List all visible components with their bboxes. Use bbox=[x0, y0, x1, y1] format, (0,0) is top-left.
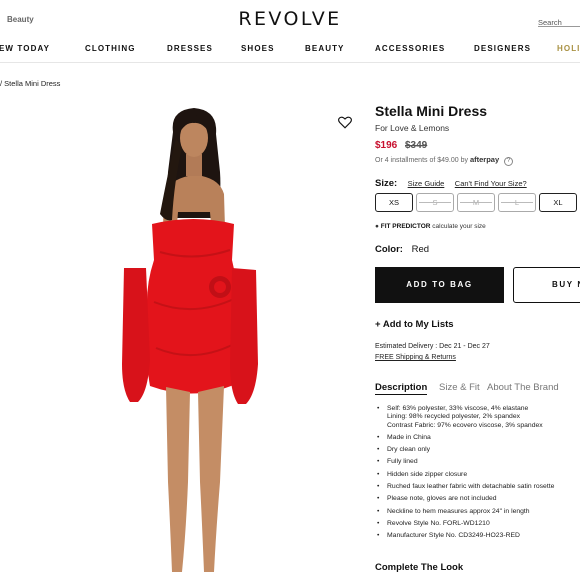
brand-link[interactable]: For Love & Lemons bbox=[375, 123, 449, 133]
list-item: Dry clean only bbox=[375, 446, 580, 455]
list-item: Ruched faux leather fabric with detachab… bbox=[375, 483, 580, 492]
tab-description[interactable]: Description bbox=[375, 382, 428, 395]
tab-size-fit[interactable]: Size & Fit bbox=[439, 382, 480, 393]
nav-item-clothing[interactable]: CLOTHING bbox=[85, 44, 136, 53]
main-nav: EW TODAY CLOTHING DRESSES SHOES BEAUTY A… bbox=[0, 41, 580, 61]
description-list: Self: 63% polyester, 33% viscose, 4% ela… bbox=[375, 405, 580, 545]
add-to-lists-button[interactable]: + Add to My Lists bbox=[375, 319, 454, 330]
tab-about-brand[interactable]: About The Brand bbox=[487, 382, 559, 393]
top-header: Beauty REVOLVE bbox=[0, 0, 580, 38]
list-item: Neckline to hem measures approx 24" in l… bbox=[375, 508, 580, 517]
fit-predictor-icon: ● bbox=[375, 223, 379, 230]
nav-item-dresses[interactable]: DRESSES bbox=[167, 44, 213, 53]
cant-find-size-link[interactable]: Can't Find Your Size? bbox=[455, 179, 527, 188]
color-value: Red bbox=[411, 244, 430, 255]
size-m-button[interactable]: M bbox=[457, 193, 495, 212]
breadcrumb[interactable]: / Stella Mini Dress bbox=[0, 79, 60, 88]
fit-predictor-sub: calculate your size bbox=[432, 223, 486, 230]
shipping-link[interactable]: FREE Shipping & Returns bbox=[375, 354, 456, 361]
size-xl-button[interactable]: XL bbox=[539, 193, 577, 212]
buy-now-button[interactable]: BUY N bbox=[513, 267, 580, 303]
size-label: Size: bbox=[375, 178, 398, 189]
list-item: Fully lined bbox=[375, 458, 580, 467]
nav-divider bbox=[0, 62, 580, 63]
afterpay-logo: afterpay bbox=[469, 155, 500, 164]
color-label: Color: bbox=[375, 244, 403, 255]
revolve-logo[interactable]: REVOLVE bbox=[0, 8, 580, 30]
heart-icon[interactable] bbox=[338, 116, 352, 129]
add-to-bag-button[interactable]: ADD TO BAG bbox=[375, 267, 504, 303]
list-item: Please note, gloves are not included bbox=[375, 495, 580, 504]
nav-item-designers[interactable]: DESIGNERS bbox=[474, 44, 531, 53]
list-item: Contrast Fabric: 97% ecovero viscose, 3%… bbox=[387, 421, 543, 429]
list-item: Manufacturer Style No. CD3249-HO23-RED bbox=[375, 532, 580, 541]
fit-predictor-label: FIT PREDICTOR bbox=[380, 223, 431, 230]
estimated-delivery: Estimated Delivery : Dec 21 - Dec 27 bbox=[375, 343, 490, 350]
search-input[interactable] bbox=[538, 18, 580, 27]
size-l-button[interactable]: L bbox=[498, 193, 536, 212]
original-price: $349 bbox=[405, 140, 428, 151]
size-guide-link[interactable]: Size Guide bbox=[408, 179, 445, 188]
help-icon[interactable]: ? bbox=[504, 157, 514, 166]
list-item: Made in China bbox=[375, 434, 580, 443]
installments-text: Or 4 installments of $49.00 by afterpay … bbox=[375, 155, 514, 166]
installments-label: Or 4 installments of $49.00 by bbox=[375, 157, 468, 164]
product-title: Stella Mini Dress bbox=[375, 103, 488, 119]
nav-item-new-today[interactable]: EW TODAY bbox=[0, 44, 50, 53]
nav-item-shoes[interactable]: SHOES bbox=[241, 44, 275, 53]
sale-price: $196 bbox=[375, 140, 398, 151]
fit-predictor[interactable]: ● FIT PREDICTOR calculate your size bbox=[375, 223, 486, 230]
complete-the-look-heading: Complete The Look bbox=[375, 562, 464, 573]
nav-item-beauty[interactable]: BEAUTY bbox=[305, 44, 345, 53]
search-box[interactable] bbox=[538, 12, 580, 27]
size-row: Size: Size Guide Can't Find Your Size? bbox=[375, 173, 527, 191]
size-xs-button[interactable]: XS bbox=[375, 193, 413, 212]
nav-item-accessories[interactable]: ACCESSORIES bbox=[375, 44, 445, 53]
list-item: Revolve Style No. FORL-WD1210 bbox=[375, 520, 580, 529]
size-s-button[interactable]: S bbox=[416, 193, 454, 212]
color-row: Color: Red bbox=[375, 244, 429, 255]
product-image[interactable] bbox=[110, 102, 278, 580]
list-item: Hidden side zipper closure bbox=[375, 471, 580, 480]
list-item: Self: 63% polyester, 33% viscose, 4% ela… bbox=[375, 405, 580, 414]
list-item: Lining: 98% recycled polyester, 2% spand… bbox=[387, 413, 520, 421]
nav-item-holiday[interactable]: HOLI bbox=[557, 44, 580, 53]
